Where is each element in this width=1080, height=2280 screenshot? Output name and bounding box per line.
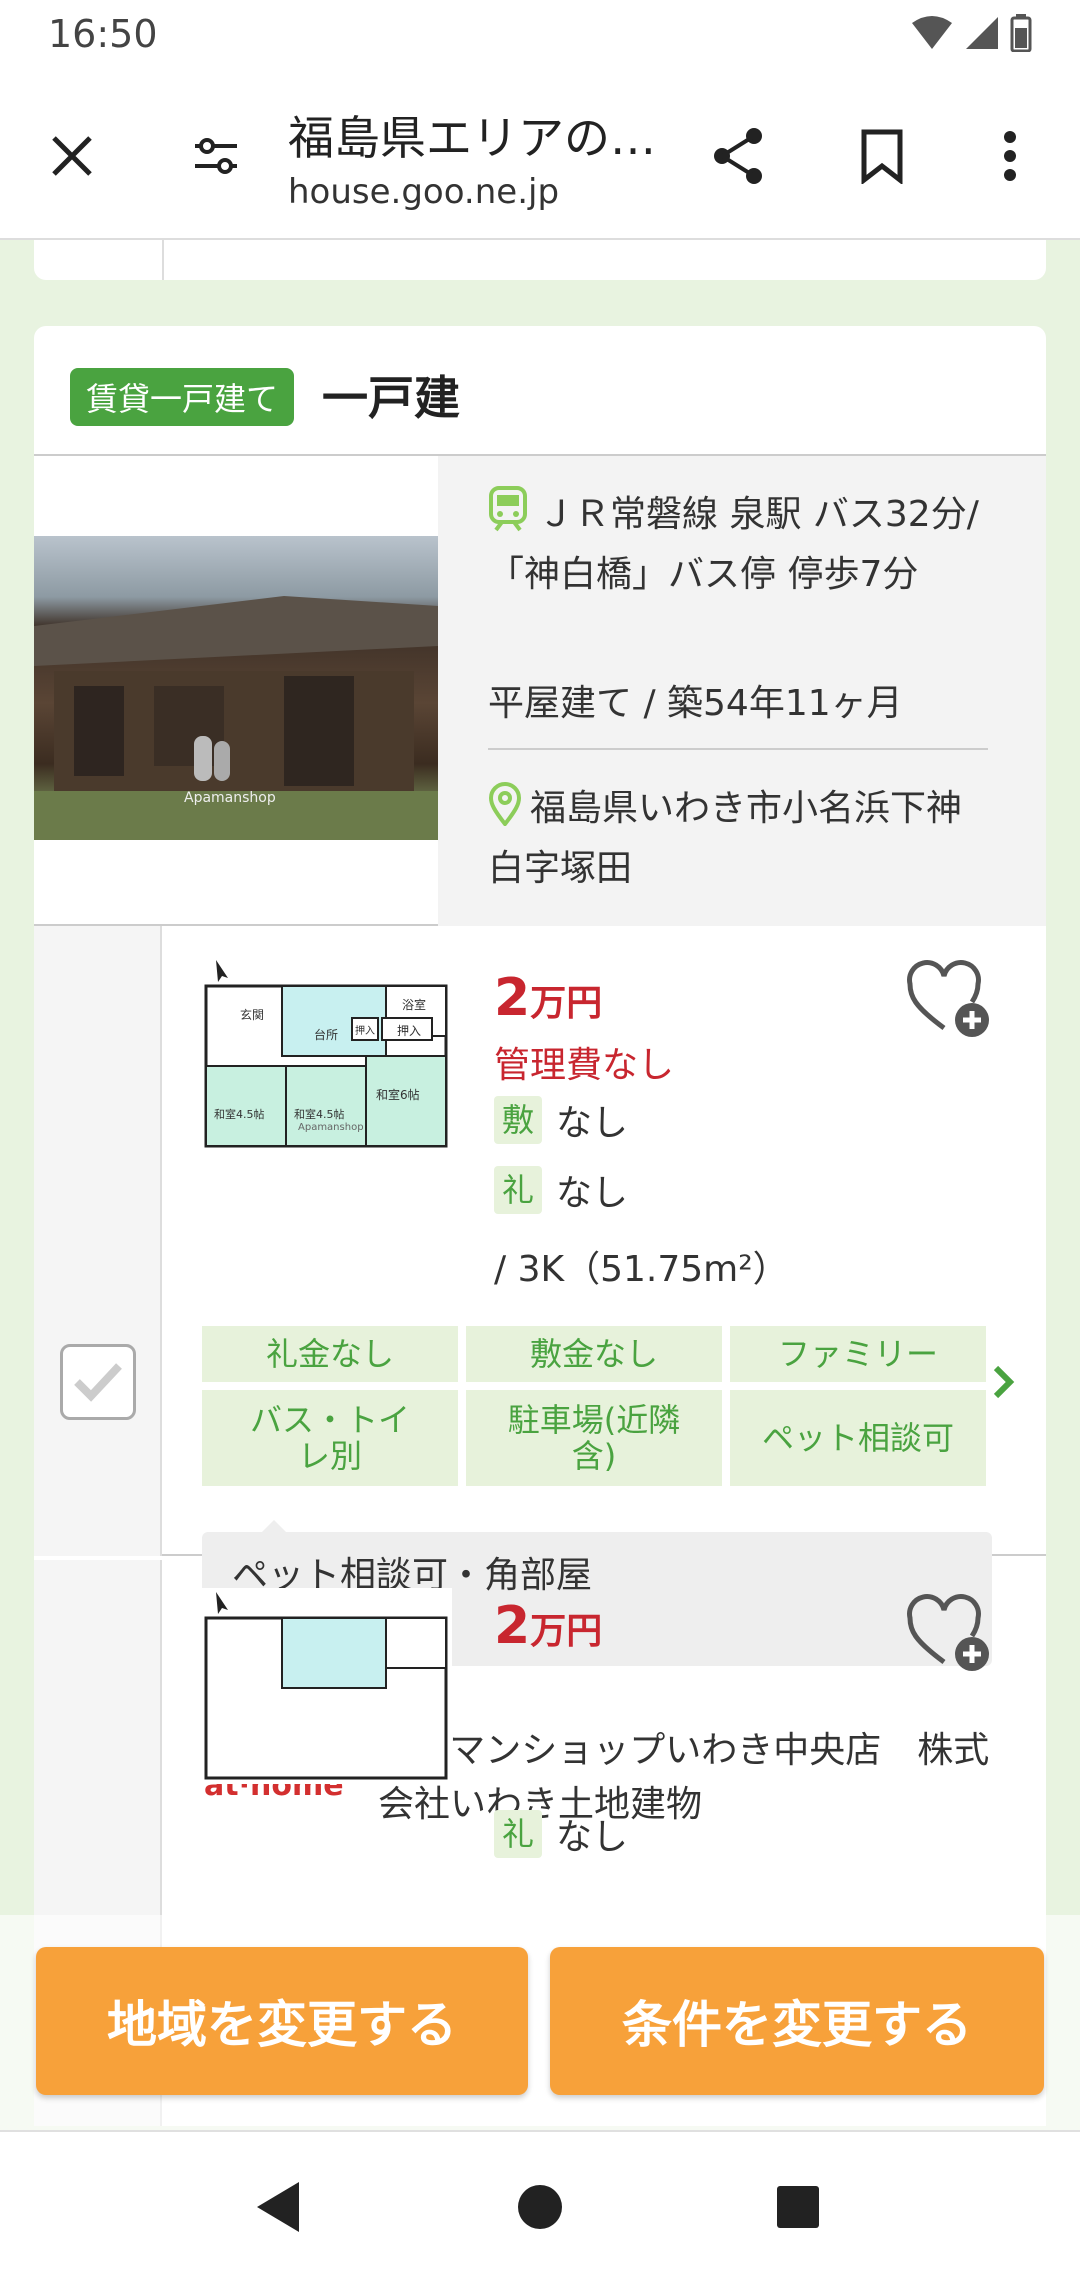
clock: 16:50 (48, 12, 158, 56)
tune-icon (195, 138, 237, 174)
home-button[interactable] (500, 2167, 580, 2247)
address: 福島県いわき市小名浜下神白字塚田 (488, 782, 988, 896)
station-text: ＪＲ常磐線 泉駅 バス32分/「神白橋」バス停 停歩7分 (488, 494, 979, 595)
floorplan-label: 和室4.5帖 (214, 1108, 265, 1121)
property-type-badge: 賃貸一戸建て (70, 368, 295, 426)
floorplan-label: 押入 (397, 1024, 422, 1038)
heart-add-icon (907, 1594, 989, 1671)
building-age: 平屋建て / 築54年11ヶ月 (488, 683, 903, 724)
status-bar: 16:50 (0, 0, 1080, 72)
key-money-value: なし (556, 1173, 629, 1214)
key-money-row: 礼 なし (494, 1164, 628, 1216)
listing-row: 玄関 台所 浴室 押入 押入 和室4.5帖 和室4.5帖 和室6帖 Apaman… (34, 926, 1046, 1825)
home-icon (518, 2185, 562, 2229)
rent-price: 2万円 (494, 968, 602, 1028)
divider (488, 748, 988, 750)
system-nav-bar (0, 2130, 1080, 2280)
key-money-label: 礼 (494, 1166, 542, 1214)
floorplan-label: 和室6帖 (376, 1088, 420, 1102)
wifi-icon (912, 16, 952, 49)
tag-chip: 敷金なし (466, 1326, 722, 1382)
deposit-value: なし (556, 1103, 629, 1144)
management-fee: 管理費なし (494, 1045, 675, 1086)
tag-chip: 礼金なし (202, 1326, 458, 1382)
floorplan-label: 玄関 (240, 1008, 265, 1022)
train-icon (488, 486, 528, 548)
close-icon (52, 136, 92, 176)
rent-amount: 2 (494, 1596, 531, 1656)
action-bar: 地域を変更する 条件を変更する (0, 1915, 1080, 2130)
tag-chip: ペット相談可 (730, 1390, 986, 1486)
key-money-row: 礼 なし (494, 1808, 628, 1860)
recents-button[interactable] (758, 2167, 838, 2247)
station-access: ＪＲ常磐線 泉駅 バス32分/「神白橋」バス停 停歩7分 (488, 486, 988, 602)
address-text: 福島県いわき市小名浜下神白字塚田 (488, 788, 963, 889)
rent-amount: 2 (494, 968, 531, 1028)
tag-chip: バス・トイレ別 (202, 1390, 458, 1486)
property-card: 賃貸一戸建て 一戸建 Apamanshop ＪＲ常磐線 泉駅 バス32分/「神白… (34, 326, 1046, 2126)
chevron-right-icon (993, 1365, 1015, 1399)
previous-card-bottom (34, 240, 1046, 280)
floorplan-watermark: Apamanshop (298, 1122, 364, 1133)
layout-size: / 3K（51.75m²） (494, 1249, 789, 1290)
photo-watermark: Apamanshop (184, 790, 276, 806)
rent-unit: 万円 (530, 1611, 603, 1652)
floorplan-image[interactable]: 玄関 台所 浴室 押入 押入 和室4.5帖 和室4.5帖 和室6帖 Apaman… (202, 956, 452, 1152)
bookmark-icon (861, 129, 903, 184)
page-title: 福島県エリアの… (288, 111, 656, 165)
bookmark-button[interactable] (840, 114, 924, 198)
key-money-label: 礼 (494, 1810, 542, 1858)
tags-scroll-button[interactable] (992, 1364, 1016, 1404)
floorplan-label: 和室4.5帖 (294, 1108, 345, 1121)
deposit-row: 敷 なし (494, 1094, 628, 1146)
system-icons (910, 14, 1032, 52)
back-button[interactable] (238, 2167, 318, 2247)
page-url: house.goo.ne.jp (288, 172, 560, 212)
site-settings-button[interactable] (174, 114, 258, 198)
share-button[interactable] (696, 114, 780, 198)
close-tab-button[interactable] (30, 114, 114, 198)
compare-checkbox[interactable] (60, 1344, 136, 1420)
floorplan-label: 浴室 (402, 998, 427, 1012)
rent-price: 2万円 (494, 1596, 602, 1656)
property-photo[interactable]: Apamanshop (34, 536, 438, 840)
floorplan-image[interactable] (202, 1588, 452, 1784)
recents-icon (777, 2186, 819, 2228)
menu-button[interactable] (968, 114, 1052, 198)
divider (162, 240, 164, 280)
listing-select-column (34, 926, 162, 1556)
page-content: 賃貸一戸建て 一戸建 Apamanshop ＪＲ常磐線 泉駅 バス32分/「神白… (0, 240, 1080, 2130)
share-icon (714, 128, 762, 184)
more-vert-icon (1004, 131, 1016, 181)
heart-add-icon (907, 960, 989, 1037)
location-pin-icon (488, 782, 522, 842)
property-info: Apamanshop ＪＲ常磐線 泉駅 バス32分/「神白橋」バス停 停歩7分 … (34, 456, 1046, 926)
change-area-button[interactable]: 地域を変更する (36, 1947, 528, 2095)
property-details: ＪＲ常磐線 泉駅 バス32分/「神白橋」バス停 停歩7分 平屋建て / 築54年… (438, 456, 1046, 926)
floorplan-label: 押入 (355, 1026, 375, 1037)
signal-icon (966, 17, 998, 49)
key-money-value: なし (556, 1817, 629, 1858)
note-pointer (262, 1520, 286, 1532)
browser-toolbar: 福島県エリアの… house.goo.ne.jp (0, 72, 1080, 240)
floorplan-label: 台所 (314, 1028, 339, 1042)
change-conditions-button[interactable]: 条件を変更する (550, 1947, 1044, 2095)
check-icon (74, 1363, 122, 1402)
favorite-button[interactable] (904, 956, 994, 1046)
rent-unit: 万円 (530, 983, 603, 1024)
battery-icon (1010, 14, 1032, 52)
card-header: 賃貸一戸建て 一戸建 (34, 326, 1046, 456)
deposit-label: 敷 (494, 1096, 542, 1144)
tag-chip: ファミリー (730, 1326, 986, 1382)
favorite-button[interactable] (904, 1590, 994, 1680)
back-icon (257, 2182, 299, 2232)
property-title[interactable]: 一戸建 (322, 362, 460, 428)
tag-chip: 駐車場(近隣含) (466, 1390, 722, 1486)
